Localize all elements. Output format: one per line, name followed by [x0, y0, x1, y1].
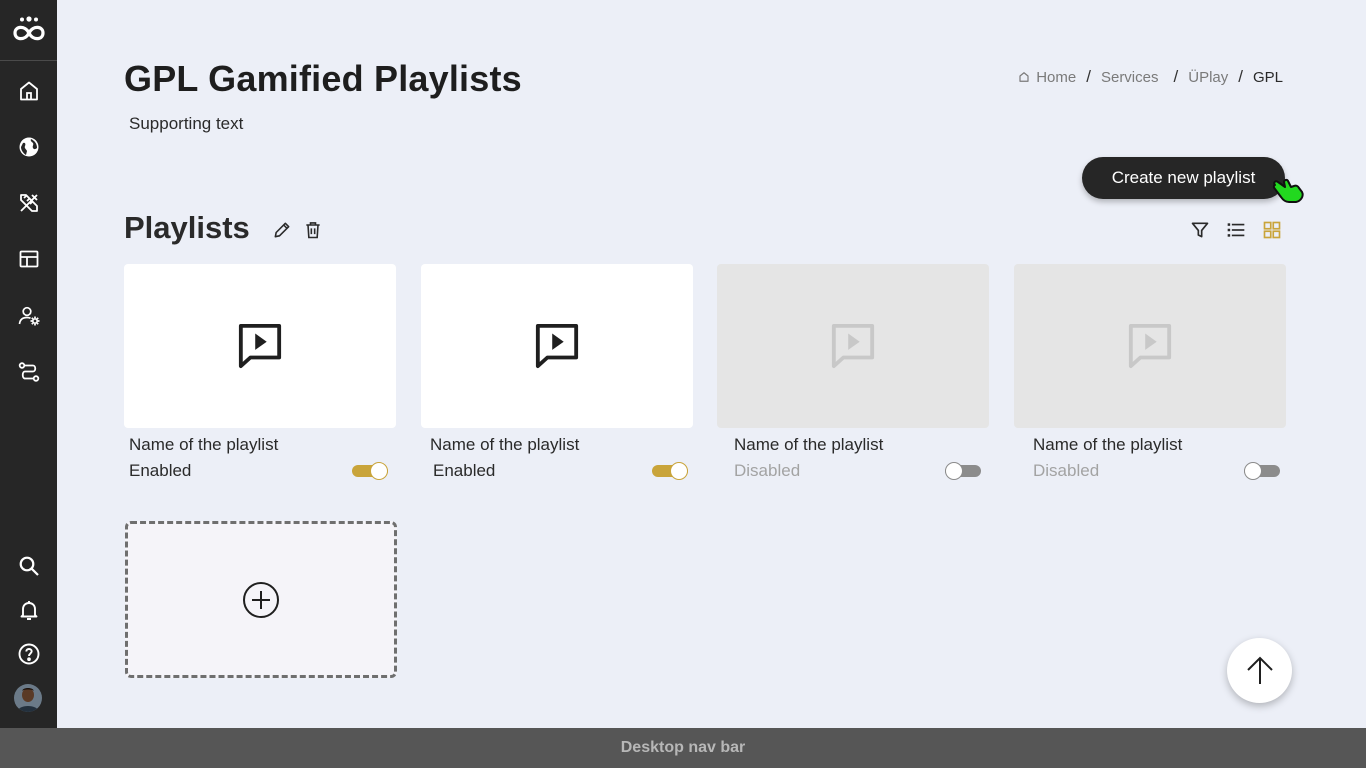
list-icon	[1227, 223, 1245, 237]
playlist-thumbnail[interactable]	[124, 264, 396, 428]
playlist-name: Name of the playlist	[734, 435, 884, 454]
breadcrumb-current: GPL	[1252, 68, 1283, 86]
playlist-thumbnail[interactable]	[717, 264, 989, 428]
playlist-play-icon	[831, 323, 875, 369]
user-avatar-icon	[14, 684, 42, 712]
arrow-up-icon	[1246, 656, 1273, 684]
playlist-status: Enabled	[129, 461, 192, 480]
route-icon	[18, 362, 39, 382]
playlist-status: Disabled	[734, 461, 801, 480]
user-settings-icon	[18, 306, 39, 326]
breadcrumb: Home / Services / ÜPlay / GPL	[1018, 67, 1283, 87]
section-title: Playlists	[124, 210, 250, 245]
supporting-text: Supporting text	[129, 114, 244, 133]
playlist-thumbnail[interactable]	[1014, 264, 1286, 428]
breadcrumb-home[interactable]: Home	[1036, 69, 1076, 86]
logo-icon	[12, 16, 45, 41]
playlist-name: Name of the playlist	[1033, 435, 1183, 454]
add-circle-icon	[243, 581, 279, 618]
sidebar-item-search[interactable]	[0, 544, 57, 588]
playlist-play-icon	[1128, 323, 1172, 369]
playlist-toggle[interactable]	[352, 462, 388, 480]
tools-icon	[19, 194, 38, 212]
sidebar-item-tools[interactable]	[0, 181, 57, 225]
edit-button[interactable]	[270, 218, 294, 242]
sidebar-item-explore[interactable]	[0, 125, 57, 169]
sidebar-item-user-settings[interactable]	[0, 294, 57, 338]
playlist-play-icon	[238, 323, 282, 369]
toggle-knob	[945, 462, 963, 480]
breadcrumb-home-icon	[1018, 71, 1030, 83]
sidebar-item-notifications[interactable]	[0, 588, 57, 632]
playlist-card: Name of the playlist Disabled	[1014, 264, 1286, 480]
pencil-icon	[274, 222, 290, 238]
playlist-card: Name of the playlist Enabled	[124, 264, 396, 480]
filter-button[interactable]	[1188, 218, 1212, 242]
playlist-thumbnail[interactable]	[421, 264, 693, 428]
breadcrumb-separator: /	[1086, 67, 1091, 86]
dashboard-icon	[19, 250, 38, 268]
sidebar-item-routes[interactable]	[0, 350, 57, 394]
grid-view-button[interactable]	[1260, 218, 1284, 242]
filter-icon	[1191, 222, 1209, 238]
playlist-name: Name of the playlist	[129, 435, 279, 454]
page-title: GPL Gamified Playlists	[124, 58, 522, 99]
toggle-knob	[370, 462, 388, 480]
app-logo[interactable]	[0, 0, 57, 61]
search-icon	[19, 556, 39, 576]
home-icon	[19, 81, 38, 101]
globe-icon	[19, 137, 38, 157]
delete-button[interactable]	[301, 218, 325, 242]
playlist-toggle[interactable]	[652, 462, 688, 480]
add-playlist-card[interactable]	[125, 521, 397, 678]
playlist-play-icon	[535, 323, 579, 369]
playlist-name: Name of the playlist	[430, 435, 580, 454]
playlist-status: Enabled	[433, 461, 496, 480]
sidebar-item-dashboard[interactable]	[0, 237, 57, 281]
bell-icon	[20, 601, 37, 620]
breadcrumb-uplay[interactable]: ÜPlay	[1188, 69, 1228, 86]
playlist-toggle[interactable]	[1244, 462, 1280, 480]
breadcrumb-services[interactable]: Services	[1101, 69, 1159, 86]
playlist-status: Disabled	[1033, 461, 1100, 480]
desktop-nav-bar: Desktop nav bar	[0, 728, 1366, 768]
toggle-knob	[1244, 462, 1262, 480]
trash-icon	[306, 222, 320, 239]
list-view-button[interactable]	[1224, 218, 1248, 242]
playlist-card: Name of the playlist Disabled	[717, 264, 989, 480]
sidebar-item-home[interactable]	[0, 69, 57, 113]
sidebar-item-help[interactable]	[0, 632, 57, 676]
breadcrumb-separator: /	[1238, 67, 1243, 86]
sidebar	[0, 0, 57, 728]
scroll-to-top-button[interactable]	[1227, 638, 1292, 703]
pointer-cursor-icon	[1272, 178, 1304, 203]
avatar[interactable]	[14, 684, 42, 712]
create-playlist-button[interactable]: Create new playlist	[1082, 157, 1285, 199]
toggle-knob	[670, 462, 688, 480]
playlist-card: Name of the playlist Enabled	[421, 264, 693, 480]
help-icon	[18, 643, 39, 665]
grid-icon	[1263, 221, 1281, 239]
breadcrumb-separator: /	[1173, 67, 1179, 86]
playlist-toggle[interactable]	[945, 462, 981, 480]
